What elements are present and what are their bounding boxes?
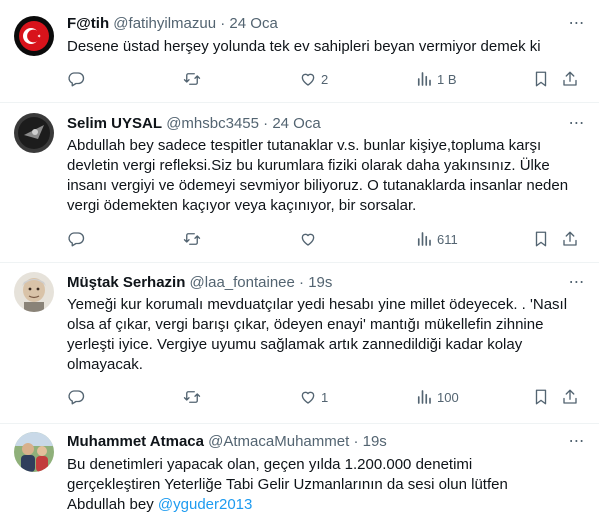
- share-icon: [563, 389, 577, 404]
- views-icon: [417, 72, 431, 86]
- reply-icon: [68, 72, 85, 87]
- action-bar: 611: [0, 229, 599, 249]
- like-icon: [301, 233, 315, 246]
- share-icon: [563, 71, 577, 86]
- display-name[interactable]: Müştak Serhazin: [67, 274, 185, 291]
- separator: ·: [353, 433, 359, 450]
- tweet-line: insanı vergiyi ve ödemeyi sevmiyor biliy…: [67, 177, 569, 194]
- views-icon: [417, 390, 431, 404]
- separator: ·: [263, 115, 269, 132]
- reply-icon: [68, 232, 85, 247]
- retweet-button[interactable]: [183, 387, 205, 407]
- like-icon: [301, 391, 315, 404]
- bookmark-button[interactable]: [532, 69, 550, 89]
- retweet-icon: [183, 391, 201, 403]
- avatar[interactable]: [14, 16, 54, 56]
- views-count: 100: [437, 389, 459, 405]
- tweet-header: F@tih @fatihyilmazuu · 24 Oca: [67, 14, 559, 34]
- tweet[interactable]: F@tih @fatihyilmazuu · 24 Oca ⋯ Desene ü…: [0, 0, 599, 103]
- more-icon[interactable]: ⋯: [567, 273, 587, 293]
- like-count: 2: [321, 71, 329, 87]
- tweet-line: Yemeği kur korumalı mevduatçılar yedi he…: [67, 296, 568, 313]
- display-name[interactable]: Muhammet Atmaca: [67, 433, 204, 450]
- action-bar: 2 1 B: [0, 69, 599, 89]
- reply-button[interactable]: [67, 69, 89, 89]
- bookmark-icon: [535, 231, 547, 247]
- timestamp[interactable]: 24 Oca: [272, 115, 320, 132]
- avatar[interactable]: [14, 432, 54, 472]
- bookmark-icon: [535, 389, 547, 405]
- avatar[interactable]: [14, 272, 54, 312]
- tweet-line: vergi ödemekten kaçıyor veya kaçınıyor, …: [67, 197, 417, 214]
- retweet-button[interactable]: [183, 229, 205, 249]
- handle[interactable]: @AtmacaMuhammet: [208, 433, 349, 450]
- tweet-text: Bu denetimleri yapacak olan, geçen yılda…: [67, 455, 585, 515]
- retweet-icon: [183, 73, 201, 85]
- action-bar: 1 100: [0, 387, 599, 407]
- avatar[interactable]: [14, 113, 54, 153]
- tweet-line: devletin vergi refleksi.Siz bu kurumlara…: [67, 157, 550, 174]
- share-button[interactable]: [561, 229, 579, 249]
- tweet-header: Selim UYSAL @mhsbc3455 · 24 Oca: [67, 114, 559, 134]
- handle[interactable]: @mhsbc3455: [166, 115, 259, 132]
- tweet[interactable]: Selim UYSAL @mhsbc3455 · 24 Oca ⋯ Abdull…: [0, 103, 599, 263]
- tweet[interactable]: Müştak Serhazin @laa_fontainee · 19s ⋯ Y…: [0, 263, 599, 424]
- more-icon[interactable]: ⋯: [567, 114, 587, 134]
- handle[interactable]: @fatihyilmazuu: [113, 15, 216, 32]
- display-name[interactable]: Selim UYSAL: [67, 115, 162, 132]
- like-icon: [301, 73, 315, 86]
- bookmark-icon: [535, 71, 547, 87]
- timestamp[interactable]: 19s: [363, 433, 387, 450]
- bookmark-button[interactable]: [532, 229, 550, 249]
- tweet-line: olsa af çıkar, vergi barışı çıkar, ödeye…: [67, 316, 544, 333]
- tweet-line: Desene üstad herşey yolunda tek ev sahip…: [67, 38, 541, 55]
- views-button[interactable]: 1 B: [415, 69, 457, 89]
- retweet-button[interactable]: [183, 69, 205, 89]
- like-button[interactable]: 1: [299, 387, 328, 407]
- share-button[interactable]: [561, 69, 579, 89]
- separator: ·: [220, 15, 226, 32]
- handle[interactable]: @laa_fontainee: [190, 274, 295, 291]
- retweet-icon: [183, 233, 201, 245]
- mention-link[interactable]: @yguder2013: [158, 496, 252, 513]
- tweet-line: Abdullah bey @yguder2013: [67, 495, 585, 515]
- share-icon: [563, 231, 577, 246]
- tweet-line: Abdullah bey sadece tespitler tutanaklar…: [67, 137, 542, 154]
- tweet-line: olmayacak.: [67, 356, 143, 373]
- like-count: 1: [321, 389, 329, 405]
- share-button[interactable]: [561, 387, 579, 407]
- timestamp[interactable]: 19s: [308, 274, 332, 291]
- separator: ·: [299, 274, 305, 291]
- more-icon[interactable]: ⋯: [567, 432, 587, 452]
- views-count: 611: [437, 231, 458, 247]
- tweet-text: Yemeği kur korumalı mevduatçılar yedi he…: [67, 295, 585, 375]
- bookmark-button[interactable]: [532, 387, 550, 407]
- reply-button[interactable]: [67, 387, 89, 407]
- tweet-line: Bu denetimleri yapacak olan, geçen yılda…: [67, 456, 473, 473]
- views-count: 1 B: [437, 71, 457, 87]
- like-button[interactable]: [299, 229, 321, 249]
- tweet-line-text: Abdullah bey: [67, 496, 158, 513]
- reply-icon: [68, 390, 85, 405]
- more-icon[interactable]: ⋯: [567, 14, 587, 34]
- tweet-feed: F@tih @fatihyilmazuu · 24 Oca ⋯ Desene ü…: [0, 0, 599, 529]
- tweet-header: Muhammet Atmaca @AtmacaMuhammet · 19s: [67, 432, 559, 452]
- reply-button[interactable]: [67, 229, 89, 249]
- display-name[interactable]: F@tih: [67, 15, 109, 32]
- tweet-text: Abdullah bey sadece tespitler tutanaklar…: [67, 136, 585, 216]
- tweet-line: yerleşti iyice. Vergiye uyumu sağlamak a…: [67, 336, 523, 353]
- like-button[interactable]: 2: [299, 69, 328, 89]
- tweet-line: gerçekleştiren Yeterliğe Tabi Gelir Uzma…: [67, 476, 508, 493]
- tweet-text: Desene üstad herşey yolunda tek ev sahip…: [67, 37, 585, 57]
- views-button[interactable]: 611: [415, 229, 458, 249]
- timestamp[interactable]: 24 Oca: [229, 15, 277, 32]
- tweet-header: Müştak Serhazin @laa_fontainee · 19s: [67, 273, 559, 293]
- tweet[interactable]: Muhammet Atmaca @AtmacaMuhammet · 19s ⋯ …: [0, 424, 599, 529]
- views-icon: [417, 232, 431, 246]
- views-button[interactable]: 100: [415, 387, 459, 407]
